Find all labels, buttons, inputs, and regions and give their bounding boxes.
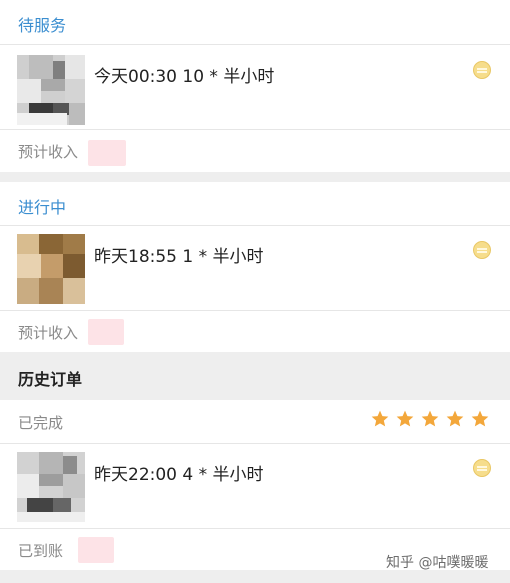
- customer-avatar: [17, 234, 85, 304]
- order-time-duration: 今天00:30 10 * 半小时: [94, 67, 275, 87]
- order-row-history[interactable]: 昨天22:00 4 * 半小时: [0, 444, 510, 528]
- income-amount-redacted: [88, 319, 124, 345]
- coin-badge-icon: [473, 61, 491, 79]
- customer-avatar: [17, 55, 85, 125]
- expected-income-label: 预计收入: [18, 324, 79, 342]
- order-row-in-progress[interactable]: 昨天18:55 1 * 半小时: [0, 226, 510, 310]
- divider: [0, 310, 510, 311]
- divider: [0, 528, 510, 529]
- order-status-label: 已完成: [18, 414, 64, 432]
- order-time-duration: 昨天22:00 4 * 半小时: [94, 465, 264, 485]
- divider: [0, 129, 510, 130]
- income-amount-redacted: [78, 537, 114, 563]
- star-icon: [446, 410, 464, 427]
- star-icon: [396, 410, 414, 427]
- customer-avatar: [17, 452, 85, 522]
- star-icon: [471, 410, 489, 427]
- watermark: 知乎 @咕噗暖暖: [386, 555, 489, 571]
- rating-stars: [370, 409, 495, 429]
- in-progress-section: 进行中 昨天18:55 1 * 半小时 预计收入: [0, 182, 510, 352]
- in-progress-section-title: 进行中: [18, 198, 67, 217]
- income-amount-redacted: [88, 140, 126, 166]
- coin-badge-icon: [473, 459, 491, 477]
- star-icon: [371, 410, 389, 427]
- waiting-section-title: 待服务: [18, 16, 67, 35]
- coin-badge-icon: [473, 241, 491, 259]
- expected-income-label: 预计收入: [18, 143, 79, 161]
- order-row-waiting[interactable]: 今天00:30 10 * 半小时: [0, 45, 510, 129]
- history-orders-title: 历史订单: [18, 370, 83, 389]
- received-income-label: 已到账: [18, 542, 64, 560]
- waiting-section: 待服务 今天00:30 10 * 半小时 预计收入: [0, 0, 510, 172]
- order-time-duration: 昨天18:55 1 * 半小时: [94, 247, 264, 267]
- star-icon: [421, 410, 439, 427]
